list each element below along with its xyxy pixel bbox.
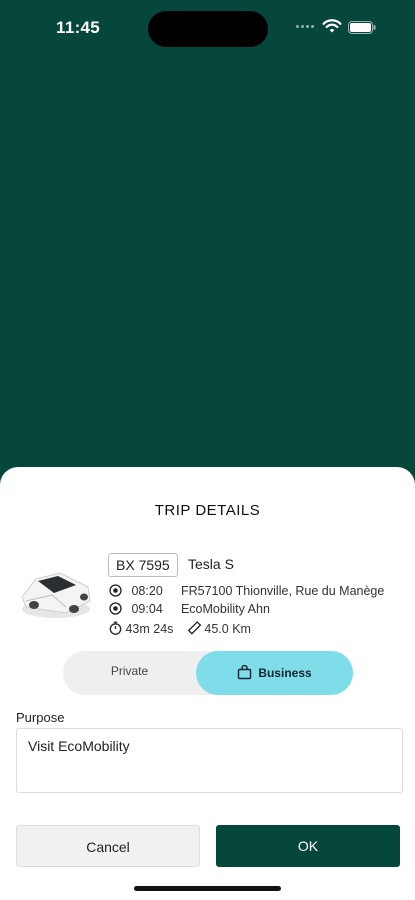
ok-button[interactable]: OK: [216, 825, 400, 867]
purpose-label: Purpose: [16, 710, 65, 725]
purpose-input[interactable]: Visit EcoMobility: [16, 728, 403, 793]
car-icon: [21, 572, 91, 618]
business-option-label: Business: [258, 666, 312, 680]
status-bar: 11:45: [0, 0, 415, 56]
private-option[interactable]: Private: [63, 651, 196, 695]
vehicle-model: Tesla S: [188, 556, 234, 572]
dynamic-island: [148, 11, 268, 47]
shopping-bag-icon: [238, 664, 252, 680]
ruler-icon: [187, 621, 202, 635]
business-option[interactable]: Business: [196, 651, 353, 695]
trip-start-row: 08:20 FR57100 Thionville, Rue du Manège: [109, 584, 384, 598]
license-plate: BX 7595: [108, 553, 178, 577]
status-time: 11:45: [56, 18, 101, 37]
trip-end-row: 09:04 EcoMobility Ahn: [109, 602, 270, 616]
trip-type-toggle: Private Business: [63, 651, 353, 695]
sheet-title: TRIP DETAILS: [154, 502, 261, 519]
end-location: EcoMobility Ahn: [180, 602, 270, 616]
start-location: FR57100 Thionville, Rue du Manège: [180, 584, 385, 598]
start-point-icon: [109, 584, 122, 597]
start-time: 08:20: [131, 584, 163, 598]
end-time: 09:04: [131, 602, 163, 616]
battery-icon: [348, 21, 376, 34]
end-point-icon: [109, 602, 122, 615]
trip-distance: 45.0 Km: [204, 622, 251, 636]
stopwatch-icon: [109, 621, 122, 635]
home-indicator: [134, 886, 281, 891]
cellular-signal-icon: [296, 25, 318, 31]
trip-stats-row: 43m 24s 45.0 Km: [109, 621, 251, 636]
trip-details-sheet: TRIP DETAILS BX 7595 Tesla S 08:20 FR571…: [0, 467, 415, 900]
wifi-icon: [322, 19, 342, 33]
trip-duration: 43m 24s: [125, 622, 174, 636]
cancel-button[interactable]: Cancel: [16, 825, 200, 867]
